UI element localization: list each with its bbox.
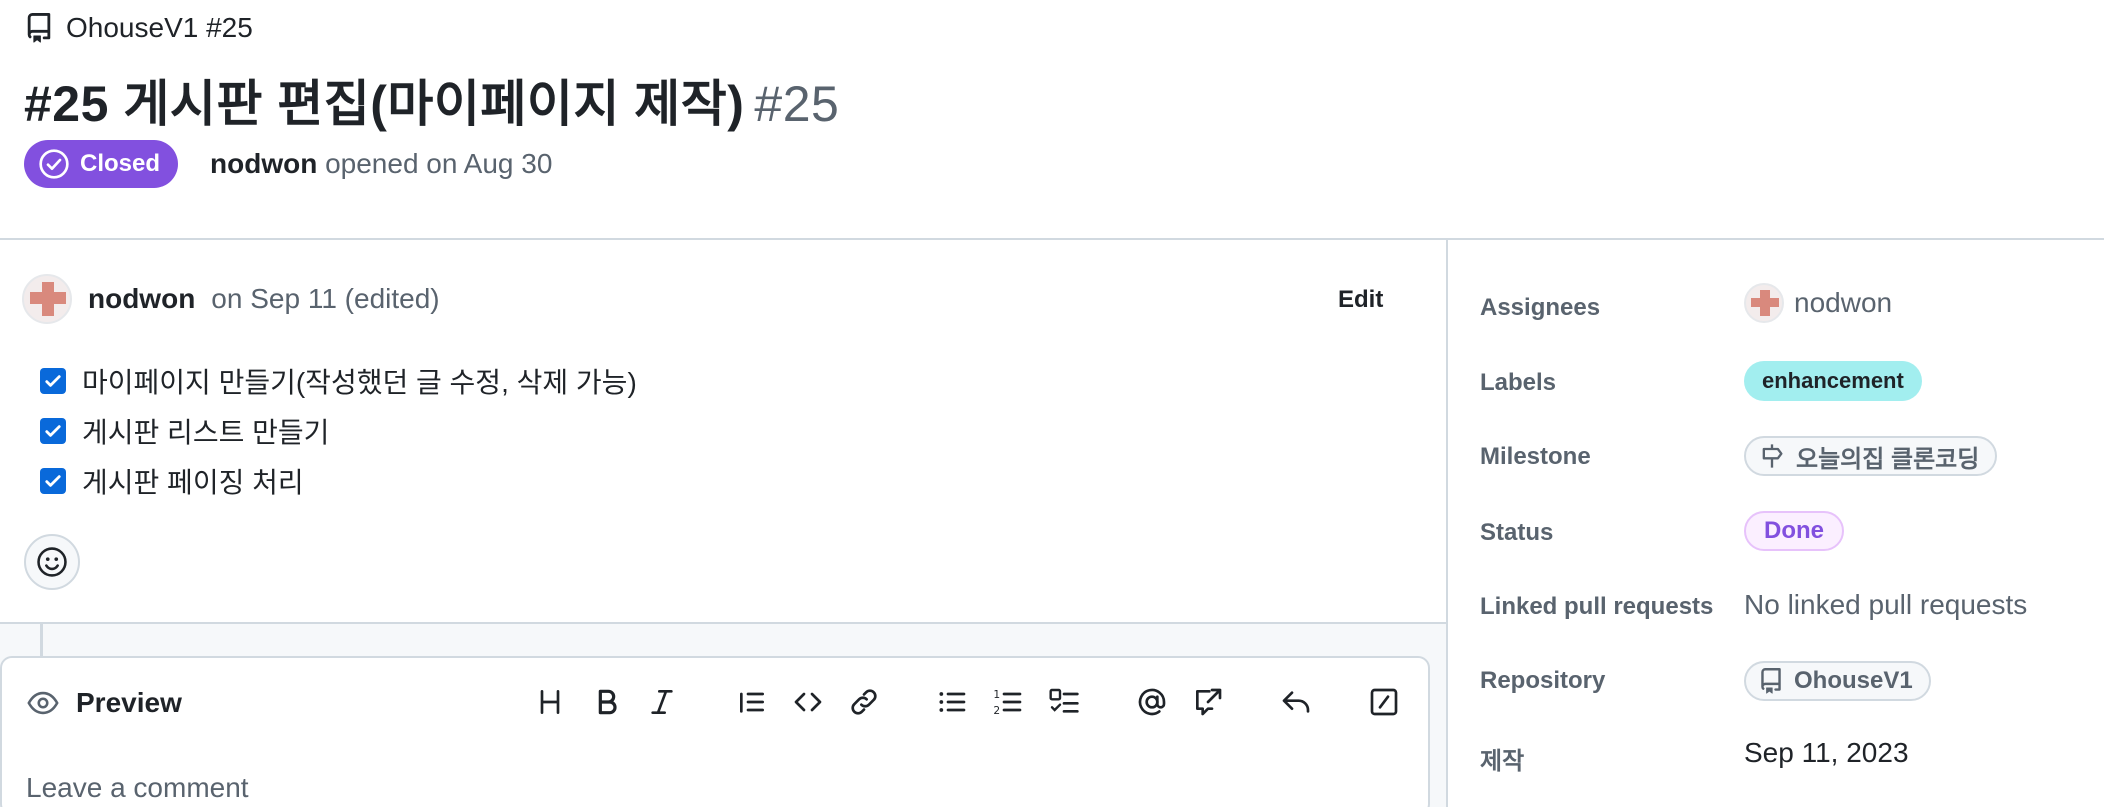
- link-icon: [851, 689, 877, 715]
- heading-icon: [540, 690, 560, 714]
- custom-field-label: 제작: [1480, 748, 1525, 775]
- comment-header: nodwon on Sep 11 (edited): [22, 274, 440, 324]
- mention-icon: [1138, 688, 1166, 716]
- task-list-button[interactable]: [1044, 682, 1084, 722]
- opened-info: nodwon opened on Aug 30: [210, 148, 552, 180]
- unordered-list-icon: [939, 692, 966, 712]
- comment-textarea[interactable]: Leave a comment: [26, 772, 249, 804]
- smiley-icon: [37, 547, 67, 577]
- milestone-badge[interactable]: 오늘의집 클론코딩: [1744, 436, 1998, 476]
- add-reaction-button[interactable]: [24, 534, 80, 590]
- quote-button[interactable]: [732, 682, 772, 722]
- state-badge: Closed: [24, 140, 179, 188]
- repository-name: OhouseV1: [1794, 667, 1913, 694]
- check-icon: [45, 425, 61, 437]
- bold-button[interactable]: [587, 682, 627, 722]
- check-icon: [45, 475, 61, 487]
- repo-icon: [1761, 668, 1781, 694]
- labels-label[interactable]: Labels: [1480, 369, 1556, 397]
- repo-name[interactable]: OhouseV1 #25: [66, 12, 253, 44]
- preview-label: Preview: [76, 687, 182, 718]
- issue-title: #25 게시판 편집(마이페이지 제작) #25: [24, 64, 839, 136]
- repository-badge[interactable]: OhouseV1: [1744, 661, 1931, 701]
- saved-reply-button[interactable]: [1276, 682, 1316, 722]
- code-button[interactable]: [788, 682, 828, 722]
- milestone-name: 오늘의집 클론코딩: [1796, 445, 1980, 473]
- task-list: 마이페이지 만들기(작성했던 글 수정, 삭제 가능) 게시판 리스트 만들기 …: [40, 356, 637, 506]
- ordered-list-button[interactable]: 12: [988, 682, 1028, 722]
- avatar[interactable]: [1744, 283, 1784, 323]
- linked-pr-label[interactable]: Linked pull requests: [1480, 593, 1713, 621]
- avatar[interactable]: [22, 274, 72, 324]
- heading-button[interactable]: [530, 682, 570, 722]
- label-badge[interactable]: enhancement: [1744, 361, 1922, 401]
- status-label: Status: [1480, 519, 1554, 546]
- milestone-icon: [1762, 444, 1783, 468]
- comment-timestamp[interactable]: on Sep 11 (edited): [211, 283, 439, 315]
- slash-commands-button[interactable]: [1364, 682, 1404, 722]
- task-list-icon: [1049, 688, 1079, 713]
- task-label: 마이페이지 만들기(작성했던 글 수정, 삭제 가능): [82, 367, 637, 398]
- bold-icon: [598, 689, 617, 715]
- repository-item[interactable]: OhouseV1: [1744, 661, 1931, 701]
- comment-author[interactable]: nodwon: [88, 283, 195, 315]
- linked-pr-item: No linked pull requests: [1744, 589, 2027, 621]
- label-item[interactable]: enhancement: [1744, 361, 1922, 401]
- task-checkbox[interactable]: [40, 418, 66, 444]
- task-checkbox[interactable]: [40, 368, 66, 394]
- slash-commands-icon: [1370, 688, 1398, 716]
- repo-icon: [27, 13, 51, 43]
- unordered-list-button[interactable]: [932, 682, 972, 722]
- status-item[interactable]: Done: [1744, 511, 1844, 551]
- assignee-name[interactable]: nodwon: [1794, 287, 1892, 319]
- assignee-item[interactable]: nodwon: [1744, 283, 1892, 323]
- custom-field-item[interactable]: Sep 11, 2023: [1744, 737, 1909, 769]
- svg-text:2: 2: [993, 704, 1000, 717]
- task-checkbox[interactable]: [40, 468, 66, 494]
- task-item: 게시판 리스트 만들기: [40, 406, 637, 456]
- cross-reference-icon: [1196, 688, 1222, 716]
- task-item: 마이페이지 만들기(작성했던 글 수정, 삭제 가능): [40, 356, 637, 406]
- link-button[interactable]: [844, 682, 884, 722]
- quote-icon: [740, 692, 764, 713]
- italic-button[interactable]: [642, 682, 682, 722]
- assignees-label[interactable]: Assignees: [1480, 294, 1600, 322]
- task-label: 게시판 리스트 만들기: [82, 417, 330, 448]
- svg-text:1: 1: [993, 688, 1000, 701]
- eye-icon: [27, 691, 59, 715]
- saved-reply-icon: [1282, 691, 1310, 713]
- cross-reference-button[interactable]: [1188, 682, 1228, 722]
- status-badge[interactable]: Done: [1744, 511, 1844, 551]
- sidebar-divider: [1446, 240, 1448, 807]
- repo-breadcrumb[interactable]: OhouseV1 #25: [24, 12, 253, 44]
- issue-meta: Closed nodwon opened on Aug 30: [24, 140, 552, 188]
- issue-title-text: #25 게시판 편집(마이페이지 제작): [24, 76, 745, 132]
- preview-tab[interactable]: Preview: [26, 686, 182, 720]
- header-divider: [0, 238, 2104, 240]
- check-circle-icon: [39, 149, 69, 179]
- edit-button[interactable]: Edit: [1338, 286, 1383, 314]
- timeline-line: [40, 624, 43, 658]
- linked-pr-value: No linked pull requests: [1744, 589, 2028, 620]
- ordered-list-icon: 12: [993, 688, 1022, 717]
- task-item: 게시판 페이징 처리: [40, 456, 637, 506]
- opened-text: opened on Aug 30: [325, 148, 553, 179]
- task-label: 게시판 페이징 처리: [82, 467, 304, 498]
- check-icon: [45, 375, 61, 387]
- italic-icon: [651, 690, 673, 714]
- custom-field-value[interactable]: Sep 11, 2023: [1744, 737, 1909, 769]
- state-label: Closed: [80, 150, 161, 177]
- code-icon: [794, 692, 822, 712]
- mention-button[interactable]: [1132, 682, 1172, 722]
- milestone-item[interactable]: 오늘의집 클론코딩: [1744, 436, 1998, 476]
- issue-number: #25: [754, 76, 840, 132]
- milestone-label[interactable]: Milestone: [1480, 443, 1591, 471]
- repository-label: Repository: [1480, 667, 1606, 694]
- issue-author-link[interactable]: nodwon: [210, 148, 317, 179]
